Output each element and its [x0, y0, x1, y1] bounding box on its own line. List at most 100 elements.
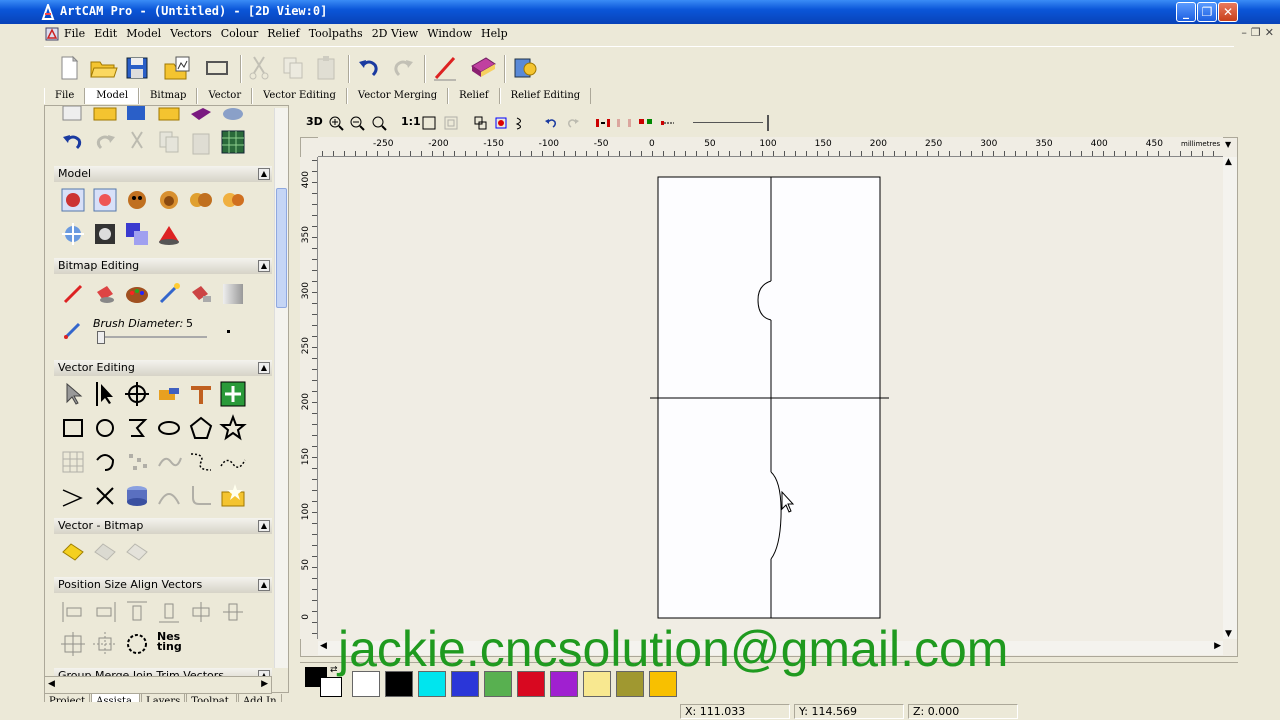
tab-vector[interactable]: Vector	[197, 88, 253, 104]
swap-colours-icon[interactable]: ⇄	[330, 665, 338, 675]
menu-window[interactable]: Window	[427, 27, 472, 40]
text-tool-icon[interactable]	[187, 380, 215, 408]
menu-toolpaths[interactable]: Toolpaths	[309, 27, 363, 40]
transform-icon[interactable]	[123, 380, 151, 408]
ruler-dropdown-icon[interactable]: ▼	[1225, 140, 1231, 149]
gradient-icon[interactable]	[219, 280, 247, 308]
collapse-arrow-icon[interactable]: ▲	[258, 168, 270, 180]
one-to-one-button[interactable]: 1:1	[401, 115, 421, 131]
new-model-icon[interactable]	[59, 105, 87, 126]
scroll-right-arrow-icon[interactable]: ▶	[261, 679, 268, 689]
open-model-icon[interactable]	[91, 105, 119, 126]
new-file-icon[interactable]	[54, 53, 84, 83]
add-vector-icon[interactable]	[219, 380, 247, 408]
tab-relief-editing[interactable]: Relief Editing	[499, 88, 592, 104]
panel-copy-icon[interactable]	[155, 128, 183, 156]
fillet-icon[interactable]	[187, 482, 215, 510]
align-bottom-icon[interactable]	[155, 598, 183, 626]
relief-merge-icon[interactable]	[219, 186, 247, 214]
panel-redo-icon[interactable]	[91, 128, 119, 156]
cylinder-icon[interactable]	[123, 482, 151, 510]
line-tool-icon[interactable]	[59, 482, 87, 510]
ellipse-tool-icon[interactable]	[155, 414, 183, 442]
menu-help[interactable]: Help	[481, 27, 508, 40]
mdi-close-button[interactable]: ✕	[1265, 26, 1274, 39]
collapse-arrow-icon[interactable]: ▲	[258, 520, 270, 532]
brush-diameter-slider-thumb[interactable]	[97, 331, 105, 344]
panel-undo-icon[interactable]	[59, 128, 87, 156]
center-vertical-icon[interactable]	[219, 598, 247, 626]
import-image-icon[interactable]	[162, 53, 192, 83]
menu-relief[interactable]: Relief	[267, 27, 299, 40]
trace-icon[interactable]	[123, 538, 151, 566]
tab-relief[interactable]: Relief	[448, 88, 500, 104]
grid-snap-icon[interactable]	[595, 115, 611, 131]
bitmap-to-vector-icon[interactable]	[59, 538, 87, 566]
copy-icon[interactable]	[278, 53, 308, 83]
menu-2d-view[interactable]: 2D View	[372, 27, 419, 40]
relief-shape-editor-icon[interactable]	[59, 186, 87, 214]
view-undo-icon[interactable]	[544, 115, 558, 131]
panel-cut-icon[interactable]	[123, 128, 151, 156]
relief-view-icon[interactable]	[187, 105, 215, 126]
polyline-tool-icon[interactable]	[123, 414, 151, 442]
star-tool-icon[interactable]	[219, 414, 247, 442]
relief-scale-icon[interactable]	[59, 220, 87, 248]
undo-icon[interactable]	[354, 53, 384, 83]
minimize-button[interactable]: _	[1176, 2, 1196, 22]
3d-view-icon[interactable]	[219, 105, 247, 126]
relief-texture-icon[interactable]	[91, 220, 119, 248]
center-model-icon[interactable]	[59, 630, 87, 658]
vector-to-bitmap-icon[interactable]	[91, 538, 119, 566]
maximize-button[interactable]: ❐	[1197, 2, 1217, 22]
panel-scrollbar[interactable]	[274, 108, 288, 668]
vector-draw-icon[interactable]	[430, 53, 460, 83]
vector-stamp-icon[interactable]	[155, 380, 183, 408]
section-bitmap-editing-header[interactable]: Bitmap Editing ▲	[54, 258, 272, 274]
zoom-out-icon[interactable]	[349, 115, 365, 131]
scroll-down-arrow-icon[interactable]: ▼	[1225, 629, 1232, 639]
pencil-icon[interactable]	[59, 280, 87, 308]
scroll-left-arrow-icon[interactable]: ◀	[48, 679, 55, 689]
nodes-icon[interactable]	[123, 448, 151, 476]
polygon-tool-icon[interactable]	[187, 414, 215, 442]
save-model-icon[interactable]	[123, 105, 151, 126]
snap-guides-icon[interactable]	[660, 115, 676, 131]
relief-from-bitmap-icon[interactable]	[91, 186, 119, 214]
palette-icon[interactable]	[123, 280, 151, 308]
rectangle-tool-icon[interactable]	[59, 414, 87, 442]
menu-vectors[interactable]: Vectors	[170, 27, 212, 40]
hscroll-left-arrow-icon[interactable]: ◀	[320, 641, 327, 651]
vector-colors-icon[interactable]	[494, 115, 508, 131]
section-vector-editing-header[interactable]: Vector Editing ▲	[54, 360, 272, 376]
guides-icon[interactable]	[638, 115, 654, 131]
collapse-arrow-icon[interactable]: ▲	[258, 260, 270, 272]
tab-file[interactable]: File	[44, 88, 86, 104]
secondary-colour-swatch[interactable]	[320, 677, 342, 697]
rotate-icon[interactable]	[123, 630, 151, 658]
menu-file[interactable]: File	[64, 27, 85, 40]
model-size-icon[interactable]	[202, 53, 232, 83]
3d-view-button[interactable]: 3D	[306, 115, 323, 131]
relief-combine-icon[interactable]	[187, 186, 215, 214]
center-horizontal-icon[interactable]	[187, 598, 215, 626]
layers-toggle-icon[interactable]	[474, 115, 488, 131]
cut-icon[interactable]	[244, 53, 274, 83]
tab-bitmap[interactable]: Bitmap	[139, 88, 198, 104]
node-edit-icon[interactable]	[91, 380, 119, 408]
redo-icon[interactable]	[388, 53, 418, 83]
align-left-icon[interactable]	[59, 598, 87, 626]
wave-icon[interactable]	[219, 448, 247, 476]
menu-edit[interactable]: Edit	[94, 27, 117, 40]
bezier-icon[interactable]	[187, 448, 215, 476]
menu-model[interactable]: Model	[126, 27, 161, 40]
mdi-restore-button[interactable]: ❐	[1251, 26, 1261, 39]
grid-lines-icon[interactable]	[59, 448, 87, 476]
node-display-icon[interactable]	[514, 115, 528, 131]
panel-hscrollbar[interactable]: ◀ ▶	[44, 676, 272, 694]
nesting-label[interactable]: Nes ting	[157, 631, 183, 652]
circle-tool-icon[interactable]	[91, 414, 119, 442]
align-right-icon[interactable]	[91, 598, 119, 626]
trim-scissors-icon[interactable]	[91, 482, 119, 510]
brush-icon[interactable]	[155, 280, 183, 308]
